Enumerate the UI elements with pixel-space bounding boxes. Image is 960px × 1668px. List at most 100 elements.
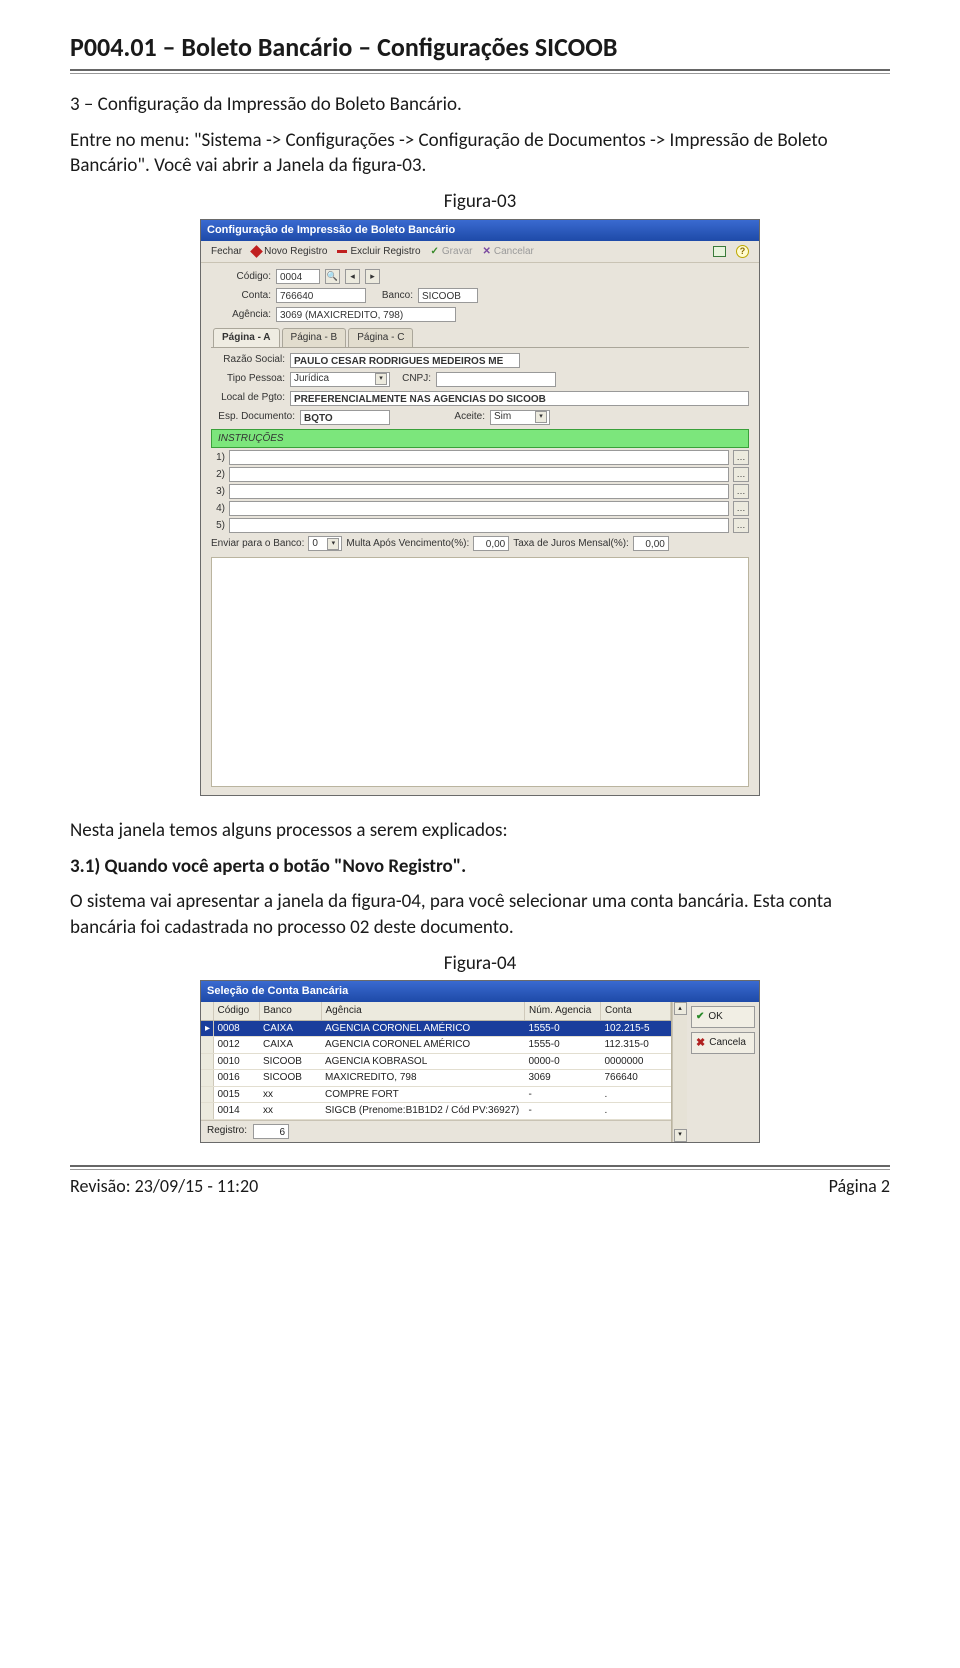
cnpj-label: CNPJ:: [395, 372, 431, 386]
fig3-blank-area: [211, 557, 749, 787]
tab-pagina-a[interactable]: Página - A: [213, 328, 280, 347]
scroll-up-icon[interactable]: ▴: [674, 1002, 687, 1015]
fechar-button[interactable]: Fechar: [211, 245, 242, 259]
instr5-more-icon[interactable]: …: [733, 518, 749, 533]
th-num-agencia[interactable]: Núm. Agencia: [525, 1002, 601, 1020]
chevron-down-icon: ▾: [375, 373, 387, 385]
registro-label: Registro:: [207, 1124, 247, 1138]
table-row[interactable]: 0014xxSIGCB (Prenome:B1B1D2 / Cód PV:369…: [201, 1103, 671, 1120]
razao-label: Razão Social:: [211, 353, 285, 367]
footer-line: [70, 1165, 890, 1170]
instr-row-2: 2)…: [211, 467, 749, 482]
cnpj-input[interactable]: [436, 372, 556, 387]
chevron-down-icon: ▾: [535, 411, 547, 423]
instr2-more-icon[interactable]: …: [733, 467, 749, 482]
paragraph-processes: Nesta janela temos alguns processos a se…: [70, 818, 890, 844]
table-row[interactable]: 0010SICOOBAGENCIA KOBRASOL0000-00000000: [201, 1053, 671, 1070]
fig4-titlebar: Seleção de Conta Bancária: [201, 981, 759, 1002]
title-underline: [70, 69, 890, 74]
excluir-registro-button[interactable]: Excluir Registro: [337, 245, 420, 259]
codigo-input[interactable]: 0004: [276, 269, 320, 284]
x-icon: ✖: [696, 1036, 705, 1051]
agencia-input[interactable]: 3069 (MAXICREDITO, 798): [276, 307, 456, 322]
check-icon: ✓: [431, 245, 439, 259]
banco-input[interactable]: SICOOB: [418, 288, 478, 303]
paragraph-fig4: O sistema vai apresentar a janela da fig…: [70, 889, 890, 940]
fig3-toolbar: Fechar Novo Registro Excluir Registro ✓G…: [201, 241, 759, 264]
table-row[interactable]: 0016SICOOBMAXICREDITO, 7983069766640: [201, 1070, 671, 1087]
cancelar-button[interactable]: ✕Cancelar: [482, 245, 533, 259]
novo-registro-button[interactable]: Novo Registro: [252, 245, 327, 259]
paragraph-intro: Entre no menu: "Sistema -> Configurações…: [70, 128, 890, 179]
multa-input[interactable]: 0,00: [473, 536, 509, 551]
instr-row-5: 5)…: [211, 518, 749, 533]
figure4-label: Figura-04: [70, 951, 890, 977]
sub-3-1: 3.1) Quando você aperta o botão "Novo Re…: [70, 854, 890, 880]
local-pgto-input[interactable]: PREFERENCIALMENTE NAS AGENCIAS DO SICOOB: [290, 391, 749, 406]
th-codigo[interactable]: Código: [213, 1002, 259, 1020]
chevron-down-icon: ▾: [327, 538, 339, 550]
instr1-input[interactable]: [229, 450, 729, 465]
aceite-select[interactable]: Sim▾: [490, 410, 550, 425]
th-conta[interactable]: Conta: [601, 1002, 671, 1020]
figure3-label: Figura-03: [70, 189, 890, 215]
next-icon[interactable]: ▸: [365, 269, 380, 284]
conta-input[interactable]: 766640: [276, 288, 366, 303]
instr1-more-icon[interactable]: …: [733, 450, 749, 465]
esp-doc-label: Esp. Documento:: [211, 410, 295, 424]
cancela-button[interactable]: ✖Cancela: [691, 1032, 755, 1054]
razao-input[interactable]: PAULO CESAR RODRIGUES MEDEIROS ME: [290, 353, 520, 368]
instr3-input[interactable]: [229, 484, 729, 499]
local-pgto-label: Local de Pgto:: [211, 391, 285, 405]
gravar-button[interactable]: ✓Gravar: [431, 245, 473, 259]
instr4-input[interactable]: [229, 501, 729, 516]
enviar-banco-select[interactable]: 0▾: [308, 536, 342, 551]
table-row[interactable]: 0015xxCOMPRE FORT-.: [201, 1086, 671, 1103]
instr-row-1: 1)…: [211, 450, 749, 465]
th-banco[interactable]: Banco: [259, 1002, 321, 1020]
table-row[interactable]: 0012CAIXAAGENCIA CORONEL AMÉRICO1555-011…: [201, 1037, 671, 1054]
doc-title: P004.01 – Boleto Bancário – Configuraçõe…: [70, 30, 890, 69]
fig3-titlebar: Configuração de Impressão de Boleto Banc…: [201, 220, 759, 241]
fig4-window: Seleção de Conta Bancária Código Banco A…: [200, 980, 760, 1142]
tipo-pessoa-label: Tipo Pessoa:: [211, 372, 285, 386]
instrucoes-header: INSTRUÇÕES: [211, 429, 749, 449]
fig4-statusbar: Registro: 6: [201, 1120, 671, 1142]
prev-icon[interactable]: ◂: [345, 269, 360, 284]
fig3-window: Configuração de Impressão de Boleto Banc…: [200, 219, 760, 796]
plus-icon: [250, 245, 263, 258]
esp-doc-input[interactable]: BQTO: [300, 410, 390, 425]
accounts-table[interactable]: Código Banco Agência Núm. Agencia Conta …: [201, 1002, 671, 1120]
instr4-more-icon[interactable]: …: [733, 501, 749, 516]
conta-label: Conta:: [211, 289, 271, 303]
instr3-more-icon[interactable]: …: [733, 484, 749, 499]
scroll-down-icon[interactable]: ▾: [674, 1129, 687, 1142]
x-icon: ✕: [482, 245, 490, 259]
codigo-label: Código:: [211, 270, 271, 284]
help-icon[interactable]: ?: [736, 245, 749, 258]
fig4-scrollbar[interactable]: ▴ ▾: [672, 1002, 687, 1142]
footer-revision: Revisão: 23/09/15 - 11:20: [70, 1174, 258, 1198]
taxa-juros-input[interactable]: 0,00: [633, 536, 669, 551]
ok-button[interactable]: ✔OK: [691, 1006, 755, 1028]
table-row[interactable]: ▸0008CAIXAAGENCIA CORONEL AMÉRICO1555-01…: [201, 1020, 671, 1037]
th-agencia[interactable]: Agência: [321, 1002, 525, 1020]
search-icon[interactable]: 🔍: [325, 269, 340, 284]
agencia-label: Agência:: [211, 308, 271, 322]
taxa-juros-label: Taxa de Juros Mensal(%):: [513, 537, 629, 551]
minus-icon: [337, 250, 347, 253]
tipo-pessoa-select[interactable]: Jurídica▾: [290, 372, 390, 387]
multa-label: Multa Após Vencimento(%):: [346, 537, 469, 551]
check-icon: ✔: [696, 1010, 704, 1024]
table-header-row: Código Banco Agência Núm. Agencia Conta: [201, 1002, 671, 1020]
th-marker: [201, 1002, 213, 1020]
tool-icon[interactable]: [713, 246, 726, 257]
registro-value: 6: [253, 1124, 289, 1139]
instr2-input[interactable]: [229, 467, 729, 482]
instr5-input[interactable]: [229, 518, 729, 533]
instr-row-3: 3)…: [211, 484, 749, 499]
tab-pagina-c[interactable]: Página - C: [348, 328, 413, 347]
fig3-tabs: Página - A Página - B Página - C: [211, 326, 749, 348]
tab-pagina-b[interactable]: Página - B: [282, 328, 347, 347]
section-heading: 3 – Configuração da Impressão do Boleto …: [70, 92, 890, 118]
